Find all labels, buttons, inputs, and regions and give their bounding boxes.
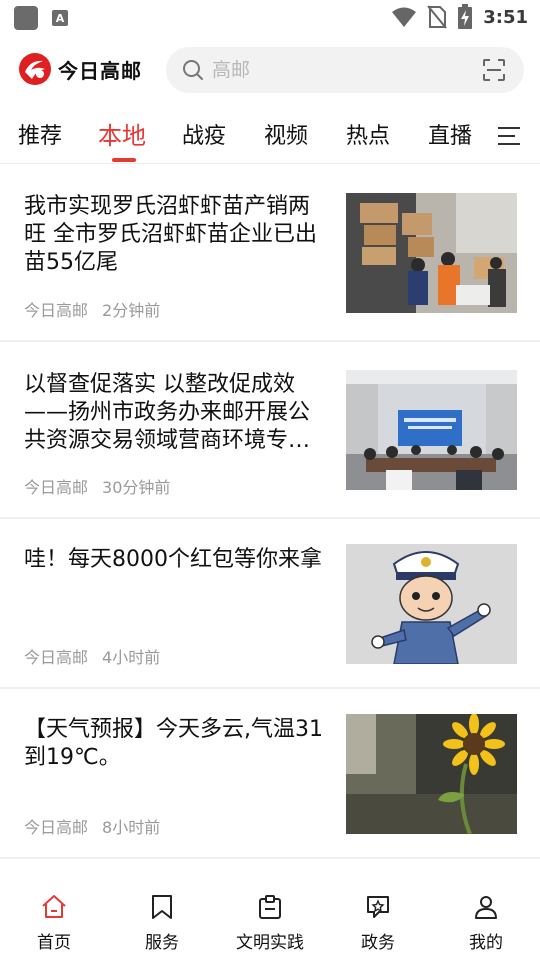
news-source: 今日高邮 [24, 301, 89, 320]
news-source: 今日高邮 [24, 818, 89, 837]
nav-government[interactable]: 政务 [328, 894, 428, 953]
nav-government-label: 政务 [361, 933, 395, 953]
news-time: 8小时前 [102, 818, 161, 837]
bottom-nav: 首页 服务 文明实践 政务 我的 [0, 880, 540, 960]
user-icon [475, 896, 497, 919]
news-thumbnail[interactable] [346, 370, 517, 490]
bookmark-icon [152, 895, 172, 919]
news-item[interactable]: 哇！每天8000个红包等你来拿 今日高邮 4小时前 [0, 519, 540, 689]
news-thumbnail[interactable] [346, 544, 517, 664]
news-thumbnail[interactable] [346, 714, 517, 834]
news-meta: 今日高邮 8小时前 [24, 814, 160, 838]
clock: 3:51 [483, 6, 528, 28]
nav-services[interactable]: 服务 [112, 894, 212, 953]
nav-home-label: 首页 [37, 933, 71, 953]
tab-menu-icon[interactable] [496, 126, 522, 146]
news-time: 2分钟前 [102, 301, 161, 320]
nav-civilization-practice[interactable]: 文明实践 [220, 894, 320, 953]
tab-recommend[interactable]: 推荐 [18, 118, 62, 150]
news-item[interactable]: 我市实现罗氏沼虾虾苗产销两旺 全市罗氏沼虾虾苗企业已出苗55亿尾 今日高邮 2分钟… [0, 164, 540, 342]
logo-icon [19, 53, 51, 85]
nav-profile[interactable]: 我的 [436, 894, 536, 953]
nav-services-label: 服务 [145, 933, 179, 953]
nav-home[interactable]: 首页 [4, 894, 104, 953]
no-sim-icon [427, 5, 447, 29]
news-title[interactable]: 以督查促落实 以整改促成效——扬州市政务办来邮开展公共资源交易领域营商环境专项督… [24, 371, 330, 455]
header: 今日高邮 [0, 36, 540, 104]
news-item[interactable]: 以督查促落实 以整改促成效——扬州市政务办来邮开展公共资源交易领域营商环境专项督… [0, 342, 540, 519]
news-thumbnail[interactable] [346, 193, 517, 313]
news-title[interactable]: 我市实现罗氏沼虾虾苗产销两旺 全市罗氏沼虾虾苗企业已出苗55亿尾 [24, 193, 330, 277]
news-item[interactable]: 【天气预报】今天多云,气温31到19℃。 今日高邮 8小时前 [0, 689, 540, 859]
nav-civilization-label: 文明实践 [236, 933, 304, 953]
news-source: 今日高邮 [24, 648, 89, 667]
chat-star-icon [367, 896, 389, 918]
search-icon [183, 60, 203, 80]
tab-live[interactable]: 直播 [428, 118, 472, 150]
tab-epidemic[interactable]: 战疫 [182, 118, 226, 150]
home-icon [42, 895, 66, 918]
app-name: 今日高邮 [58, 58, 142, 83]
search-bar[interactable] [166, 47, 524, 93]
search-input[interactable] [212, 47, 472, 93]
status-bar: A 3:51 [0, 0, 540, 36]
app-notification-icon [14, 6, 38, 30]
news-source: 今日高邮 [24, 478, 89, 497]
category-tabs: 推荐 本地 战疫 视频 热点 直播 [0, 104, 540, 164]
nav-profile-label: 我的 [469, 933, 503, 953]
a-notification-icon: A [52, 10, 68, 26]
wifi-icon [392, 7, 417, 27]
news-time: 30分钟前 [102, 478, 171, 497]
active-tab-indicator [112, 158, 136, 162]
battery-charging-icon [458, 4, 473, 29]
tab-video[interactable]: 视频 [264, 118, 308, 150]
app-logo[interactable]: 今日高邮 [18, 52, 142, 86]
news-meta: 今日高邮 4小时前 [24, 644, 160, 668]
clipboard-icon [259, 895, 281, 919]
scan-icon[interactable] [482, 58, 506, 82]
news-meta: 今日高邮 30分钟前 [24, 474, 170, 498]
tab-hot[interactable]: 热点 [346, 118, 390, 150]
news-time: 4小时前 [102, 648, 161, 667]
tab-local[interactable]: 本地 [98, 116, 146, 151]
news-title[interactable]: 哇！每天8000个红包等你来拿 [24, 546, 330, 574]
news-title[interactable]: 【天气预报】今天多云,气温31到19℃。 [24, 716, 330, 772]
news-meta: 今日高邮 2分钟前 [24, 297, 160, 321]
